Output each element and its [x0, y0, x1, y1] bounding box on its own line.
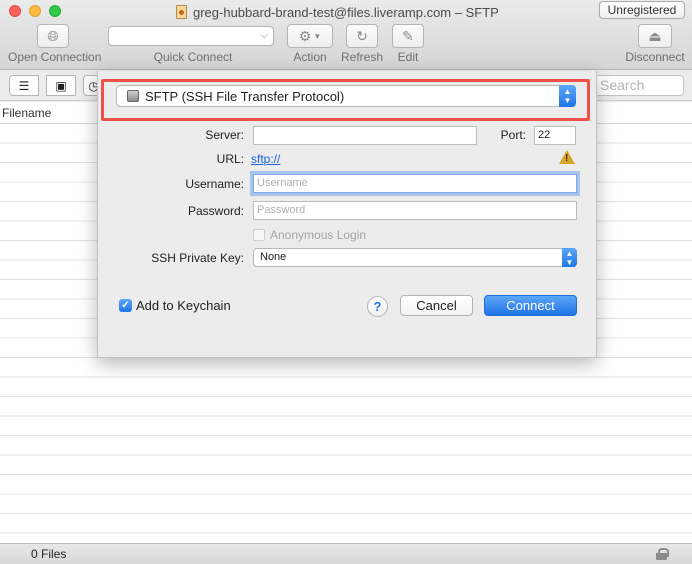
protocol-value: SFTP (SSH File Transfer Protocol)	[145, 88, 345, 104]
drive-icon	[127, 90, 139, 102]
file-count: 0 Files	[31, 547, 67, 561]
outline-list-icon: ☰	[18, 78, 30, 93]
quick-connect-label: Quick Connect	[153, 50, 233, 64]
gear-icon: ⚙︎	[298, 27, 312, 44]
pencil-icon: ✎	[402, 27, 414, 44]
anonymous-login-label: Anonymous Login	[270, 228, 367, 242]
chevron-down-icon[interactable]: ⌵	[260, 30, 268, 41]
port-input[interactable]: 22	[534, 126, 576, 145]
window-title-text: greg-hubbard-brand-test@files.liveramp.c…	[193, 4, 499, 20]
disconnect-label: Disconnect	[625, 50, 685, 64]
close-window-button[interactable]	[9, 5, 21, 17]
bookmarks-view-button[interactable]: ▣	[46, 75, 76, 96]
quick-connect-combobox[interactable]: ⌵	[108, 26, 274, 46]
username-label: Username:	[185, 177, 244, 191]
help-button[interactable]: ?	[367, 296, 388, 317]
up-down-arrows-icon: ▲ ▼	[559, 85, 576, 107]
refresh-button[interactable]: ↻	[346, 24, 378, 48]
chevron-down-icon: ▼	[313, 31, 322, 41]
ssh-private-key-value: None	[260, 251, 287, 263]
edit-label: Edit	[397, 50, 419, 64]
warning-icon-mark: !	[565, 153, 569, 164]
port-label: Port:	[500, 128, 526, 142]
server-input[interactable]	[253, 126, 477, 145]
ssh-private-key-select[interactable]: None ▲ ▼	[253, 248, 577, 267]
password-label: Password:	[187, 204, 244, 218]
connect-button[interactable]: Connect	[484, 295, 577, 316]
refresh-icon: ↻	[356, 27, 368, 44]
action-button[interactable]: ⚙︎ ▼	[287, 24, 333, 48]
protocol-select[interactable]: SFTP (SSH File Transfer Protocol) ▲ ▼	[116, 85, 576, 107]
globe-plus-icon: 🌐︎	[47, 27, 59, 44]
ssh-private-key-label: SSH Private Key:	[151, 251, 244, 265]
eject-icon: ⏏	[648, 27, 662, 44]
edit-button[interactable]: ✎	[392, 24, 424, 48]
window-title: greg-hubbard-brand-test@files.liveramp.c…	[176, 3, 499, 21]
add-to-keychain-label: Add to Keychain	[136, 298, 231, 313]
open-connection-sheet: SFTP (SSH File Transfer Protocol) ▲ ▼ Ser…	[97, 71, 597, 358]
outline-view-button[interactable]: ☰	[9, 75, 39, 96]
add-to-keychain-checkbox[interactable]: ✓	[119, 299, 132, 312]
username-input[interactable]: Username	[253, 174, 577, 193]
zoom-window-button[interactable]	[49, 5, 61, 17]
minimize-window-button[interactable]	[29, 5, 41, 17]
open-connection-button[interactable]: 🌐︎	[37, 24, 69, 48]
bookmark-icon: ▣	[55, 78, 67, 93]
disconnect-button[interactable]: ⏏	[638, 24, 672, 48]
lock-icon[interactable]	[656, 548, 669, 560]
password-input[interactable]: Password	[253, 201, 577, 220]
unregistered-badge[interactable]: Unregistered	[599, 1, 685, 19]
action-label: Action	[293, 50, 327, 64]
status-bar: 0 Files	[0, 543, 692, 564]
anonymous-login-checkbox[interactable]	[253, 229, 265, 241]
document-icon	[176, 5, 187, 19]
up-down-arrows-icon: ▲ ▼	[562, 248, 577, 267]
server-label: Server:	[205, 128, 244, 142]
window-toolbar: greg-hubbard-brand-test@files.liveramp.c…	[0, 0, 692, 70]
open-connection-label: Open Connection	[8, 50, 102, 64]
search-input[interactable]: Search	[592, 75, 684, 96]
url-label: URL:	[216, 152, 244, 166]
url-link[interactable]: sftp://	[251, 152, 280, 166]
cancel-button[interactable]: Cancel	[400, 295, 473, 316]
refresh-label: Refresh	[340, 50, 384, 64]
